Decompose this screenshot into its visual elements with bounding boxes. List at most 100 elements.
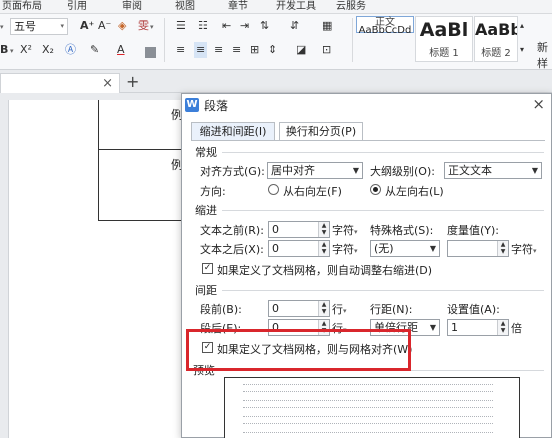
borders-icon[interactable]: ⊡: [322, 42, 331, 58]
spin-arrows-icon[interactable]: ▲ ▼: [497, 241, 508, 256]
text-direction-icon[interactable]: ⇅: [260, 18, 269, 34]
setting-value: 1: [451, 321, 458, 334]
setting-value-label: 设置值(A):: [447, 303, 500, 316]
align-right-icon[interactable]: ≡: [214, 42, 223, 58]
spin-arrows-icon[interactable]: ▲ ▼: [318, 241, 329, 256]
show-marks-icon[interactable]: ▦: [322, 18, 332, 34]
rtl-label[interactable]: 从右向左(F): [283, 183, 342, 199]
chevron-down-icon[interactable]: ▾: [150, 18, 154, 35]
auto-adjust-label[interactable]: 如果定义了文档网格，则自动调整右缩进(D): [217, 262, 432, 278]
special-format-label: 特殊格式(S):: [370, 224, 434, 237]
measure-unit[interactable]: 字符▾: [511, 241, 537, 257]
unit-text: 行: [332, 303, 343, 316]
new-style-button[interactable]: 新样: [537, 40, 552, 72]
indent-after-input[interactable]: 0 ▲ ▼: [268, 240, 330, 257]
paragraph-preview: [224, 377, 520, 438]
style-normal[interactable]: AaBbCcDd 正文: [356, 16, 414, 36]
chevron-down-icon: ▼: [352, 166, 359, 175]
preview-line: [243, 423, 493, 426]
shrink-font-button[interactable]: A⁻: [98, 18, 111, 34]
rtl-radio[interactable]: [268, 184, 279, 195]
text-effect-icon[interactable]: Ⓐ: [65, 42, 76, 58]
indent-after-unit[interactable]: 字符▾: [332, 241, 358, 257]
menu-item-references[interactable]: 引用: [67, 0, 87, 13]
new-tab-button[interactable]: +: [126, 72, 139, 91]
close-tab-icon[interactable]: ×: [102, 76, 113, 91]
pinyin-guide-icon[interactable]: 雯: [138, 18, 149, 34]
menu-item-view[interactable]: 视图: [175, 0, 195, 13]
menu-item-review[interactable]: 审阅: [122, 0, 142, 13]
indent-before-label: 文本之前(R):: [200, 224, 264, 237]
decrease-indent-icon[interactable]: ⇤: [222, 18, 231, 34]
justify-icon[interactable]: ≡: [232, 42, 241, 58]
document-tab[interactable]: ×: [0, 73, 120, 93]
clear-format-icon[interactable]: ◈: [118, 18, 126, 34]
chevron-down-icon: ▼: [429, 323, 436, 332]
divider: [164, 18, 165, 62]
outline-level-value: 正文文本: [448, 164, 492, 177]
style-preview: AaBl: [419, 19, 469, 41]
paragraph-dialog: W 段落 × 缩进和间距(I) 换行和分页(P) 常规 对齐方式(G): 居中对…: [181, 93, 552, 438]
styles-scroll-up[interactable]: ▴: [520, 18, 524, 34]
spin-arrows-icon[interactable]: ▲ ▼: [318, 301, 329, 316]
measure-input[interactable]: ▲ ▼: [447, 240, 509, 257]
superscript-button[interactable]: X²: [20, 42, 32, 58]
bold-button[interactable]: B: [0, 42, 8, 58]
spin-arrows-icon[interactable]: ▲ ▼: [497, 320, 508, 335]
outline-level-label: 大纲级别(O):: [370, 165, 435, 178]
increase-indent-icon[interactable]: ⇥: [240, 18, 249, 34]
menu-bar: 页面布局 引用 审阅 视图 章节 开发工具 云服务: [0, 0, 552, 14]
font-size-dropdown[interactable]: 五号 ▾: [10, 18, 68, 35]
font-dropdown-caret[interactable]: ▾: [0, 18, 4, 35]
menu-item-cloud-service[interactable]: 云服务: [336, 0, 366, 13]
highlight-icon[interactable]: ✎: [90, 42, 99, 58]
bullet-list-icon[interactable]: ☰: [176, 18, 186, 34]
font-size-value: 五号: [14, 20, 36, 33]
spacing-before-value: 0: [272, 302, 279, 315]
style-heading-1[interactable]: AaBl 标题 1: [415, 16, 473, 62]
setting-value-input[interactable]: 1 ▲ ▼: [447, 319, 509, 336]
setting-value-unit: 倍: [511, 322, 522, 335]
indent-before-input[interactable]: 0 ▲ ▼: [268, 221, 330, 238]
shading-icon[interactable]: ◪: [296, 42, 306, 58]
indent-after-label: 文本之后(X):: [200, 243, 264, 256]
preview-line: [243, 407, 493, 410]
ribbon: ▾ 五号 ▾ A⁺ A⁻ ◈ 雯 ▾ B ▾ X² X₂ Ⓐ ✎ A ☰ ☷ ⇤…: [0, 14, 552, 70]
dialog-title-bar[interactable]: W 段落 ×: [182, 94, 551, 116]
auto-adjust-checkbox[interactable]: ✓: [202, 263, 213, 274]
ltr-label[interactable]: 从左向右(L): [385, 183, 444, 199]
preview-line: [243, 400, 493, 403]
align-left-icon[interactable]: ≡: [176, 42, 185, 58]
special-format-select[interactable]: (无) ▼: [370, 240, 440, 257]
char-shading-icon[interactable]: [145, 44, 156, 60]
divider: [352, 18, 353, 62]
outline-level-select[interactable]: 正文文本 ▼: [444, 162, 542, 179]
chevron-down-icon: ▾: [354, 228, 358, 236]
numbered-list-icon[interactable]: ☷: [198, 18, 208, 34]
line-spacing-icon[interactable]: ⇕: [268, 42, 277, 58]
menu-item-section[interactable]: 章节: [228, 0, 248, 13]
tab-indent-spacing[interactable]: 缩进和间距(I): [191, 122, 275, 141]
indent-before-unit[interactable]: 字符▾: [332, 222, 358, 238]
distribute-icon[interactable]: ⊞: [250, 42, 259, 58]
sort-icon[interactable]: ⇵: [290, 18, 299, 34]
spacing-before-input[interactable]: 0 ▲ ▼: [268, 300, 330, 317]
styles-scroll-down[interactable]: ▾: [520, 42, 524, 58]
font-color-icon[interactable]: A: [117, 42, 125, 58]
unit-text: 字符: [332, 243, 354, 256]
align-center-icon[interactable]: ≡: [194, 42, 208, 58]
spacing-before-unit[interactable]: 行▾: [332, 301, 347, 317]
subscript-button[interactable]: X₂: [42, 42, 54, 58]
alignment-select[interactable]: 居中对齐 ▼: [267, 162, 363, 179]
chevron-down-icon[interactable]: ▾: [10, 42, 14, 59]
menu-item-page-layout[interactable]: 页面布局: [2, 0, 42, 13]
grow-font-button[interactable]: A⁺: [80, 18, 94, 34]
chevron-down-icon: ▼: [531, 166, 538, 175]
indent-before-value: 0: [272, 223, 279, 236]
ltr-radio[interactable]: [370, 184, 381, 195]
menu-item-developer-tools[interactable]: 开发工具: [276, 0, 316, 13]
close-icon[interactable]: ×: [532, 95, 545, 113]
style-heading-2[interactable]: AaBb 标题 2: [474, 16, 518, 62]
tab-line-page-breaks[interactable]: 换行和分页(P): [279, 122, 363, 141]
spin-arrows-icon[interactable]: ▲ ▼: [318, 222, 329, 237]
